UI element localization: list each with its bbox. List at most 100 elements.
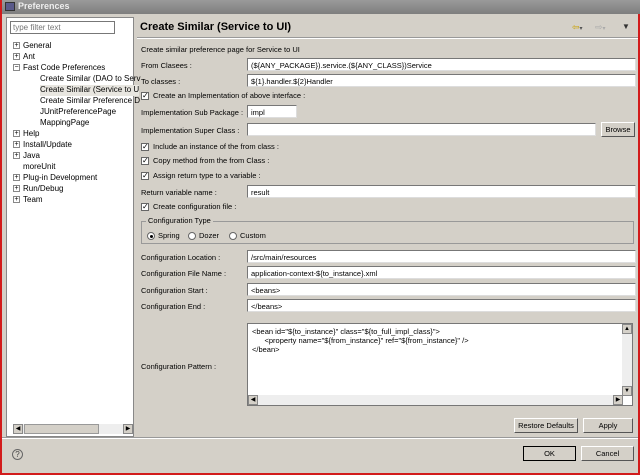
assign-return-checkbox[interactable]: ✓ Assign return type to a variable : [141,171,261,181]
tree-item[interactable]: + General [13,41,51,52]
impl-sub-package-label: Implementation Sub Package : [141,108,244,117]
tree-item[interactable]: + Help [13,129,39,140]
return-var-label: Return variable name : [141,188,217,197]
impl-super-class-label: Implementation Super Class : [141,126,240,135]
create-impl-label: Create an Implementation of above interf… [153,91,306,100]
tree-item[interactable]: + Plug-in Development [13,173,97,184]
radio-spring[interactable]: Spring [147,231,180,241]
horizontal-scrollbar[interactable]: ◀ ▶ [248,395,623,405]
tree-item-label: Ant [23,52,36,61]
config-file-name-label: Configuration File Name : [141,269,227,278]
tree-item[interactable]: JUnitPreferencePage [40,107,116,118]
include-instance-checkbox[interactable]: ✓ Include an instance of the from class : [141,142,279,152]
page-description: Create similar preference page for Servi… [141,45,300,54]
preferences-window: Preferences +General+Ant−Fast Code Prefe… [0,0,640,475]
page-title: Create Similar (Service to UI) [140,21,292,33]
expand-icon[interactable]: + [13,174,20,182]
create-config-label: Create configuration file : [153,202,237,211]
config-file-name-input[interactable]: application-context-${to_instance}.xml [247,266,636,279]
config-pattern-textarea[interactable]: <bean id="${to_instance}" class="${to_fu… [247,323,633,406]
tree-item[interactable]: + Java [13,151,40,162]
create-impl-checkbox[interactable]: ✓ Create an Implementation of above inter… [141,91,306,101]
expand-icon[interactable]: + [13,53,20,61]
expand-icon[interactable]: + [13,185,20,193]
cancel-button[interactable]: Cancel [581,446,634,461]
create-config-checkbox[interactable]: ✓ Create configuration file : [141,202,237,212]
sidebar: +General+Ant−Fast Code PreferencesCreate… [6,17,140,437]
filter-input[interactable] [10,21,115,34]
to-classes-input[interactable]: ${1}.handler.${2}Handler [247,74,636,87]
tree-item-label: Fast Code Preferences [23,63,106,72]
copy-method-label: Copy method from the from Class : [153,156,270,165]
tree-item[interactable]: moreUnit [23,162,55,173]
tree-item[interactable]: MappingPage [40,118,89,129]
expand-icon[interactable]: + [13,42,20,50]
config-pattern-text: <bean id="${to_instance}" class="${to_fu… [252,327,469,354]
radio-custom[interactable]: Custom [229,231,266,241]
browse-button[interactable]: Browse [601,122,635,137]
vertical-scrollbar[interactable]: ▲ ▼ [622,324,632,396]
back-icon[interactable]: ⇦▾ [572,22,583,33]
tree-item-label: JUnitPreferencePage [40,107,117,116]
assign-return-label: Assign return type to a variable : [153,171,261,180]
from-classes-input[interactable]: (${ANY_PACKAGE}).service.(${ANY_CLASS})S… [247,58,636,71]
tree-item-label: Java [23,151,40,160]
to-classes-label: To classes : [141,77,181,86]
impl-sub-package-input[interactable]: impl [247,105,297,118]
tree-item[interactable]: + Install/Update [13,140,72,151]
config-location-input[interactable]: /src/main/resources [247,250,636,263]
copy-method-checkbox[interactable]: ✓ Copy method from the from Class : [141,156,270,166]
checkbox-icon: ✓ [141,91,149,101]
checkbox-icon: ✓ [141,156,149,166]
help-icon[interactable]: ? [12,449,23,460]
footer-divider [2,437,638,439]
restore-defaults-button[interactable]: Restore Defaults [514,418,578,433]
tree-item[interactable]: − Fast Code Preferences [13,63,105,74]
tree-item-label: Install/Update [23,140,72,149]
tree-item[interactable]: Create Similar Preference D [40,96,140,107]
expand-icon[interactable]: + [13,152,20,160]
include-instance-label: Include an instance of the from class : [153,142,279,151]
apply-button[interactable]: Apply [583,418,633,433]
window-title: Preferences [18,1,70,11]
impl-super-class-input[interactable] [247,123,596,136]
forward-icon[interactable]: ⇨▾ [595,22,606,33]
config-start-input[interactable]: <beans> [247,283,636,296]
view-menu-icon[interactable]: ▼ [622,22,630,31]
radio-spring-label: Spring [158,231,180,240]
checkbox-icon: ✓ [141,171,149,181]
tree-item[interactable]: Create Similar (Service to U [40,85,140,96]
tree-item-label: Plug-in Development [23,173,98,182]
radio-dozer-label: Dozer [199,231,220,240]
radio-custom-label: Custom [240,231,266,240]
checkbox-icon: ✓ [141,142,149,152]
collapse-icon[interactable]: − [13,64,20,72]
expand-icon[interactable]: + [13,130,20,138]
title-divider [137,37,638,39]
checkbox-icon: ✓ [141,202,149,212]
tree-item[interactable]: + Team [13,195,43,206]
tree-item[interactable]: + Run/Debug [13,184,63,195]
expand-icon[interactable]: + [13,141,20,149]
tree-item-label: Help [23,129,40,138]
from-classes-label: From Clasees : [141,61,192,70]
config-type-group: Configuration Type Spring Dozer Custom [141,216,634,244]
tree-item[interactable]: Create Similar (DAO to Serv [40,74,140,85]
horizontal-scrollbar[interactable]: ◀ ▶ [13,424,133,434]
expand-icon[interactable]: + [13,196,20,204]
tree-item-label: Create Similar (Service to U [40,85,140,94]
tree-item-label: Run/Debug [23,184,64,193]
tree-item-label: Create Similar (DAO to Serv [40,74,141,83]
config-location-label: Configuration Location : [141,253,221,262]
tree-item-label: General [23,41,52,50]
eclipse-icon [5,2,15,11]
config-end-input[interactable]: </beans> [247,299,636,312]
radio-dozer[interactable]: Dozer [188,231,220,241]
tree-item-label: Team [23,195,43,204]
title-bar: Preferences [2,0,640,14]
tree-item-label: Create Similar Preference D [40,96,141,105]
ok-button[interactable]: OK [523,446,576,461]
config-pattern-label: Configuration Pattern : [141,362,217,371]
tree-item[interactable]: + Ant [13,52,35,63]
return-var-input[interactable]: result [247,185,636,198]
